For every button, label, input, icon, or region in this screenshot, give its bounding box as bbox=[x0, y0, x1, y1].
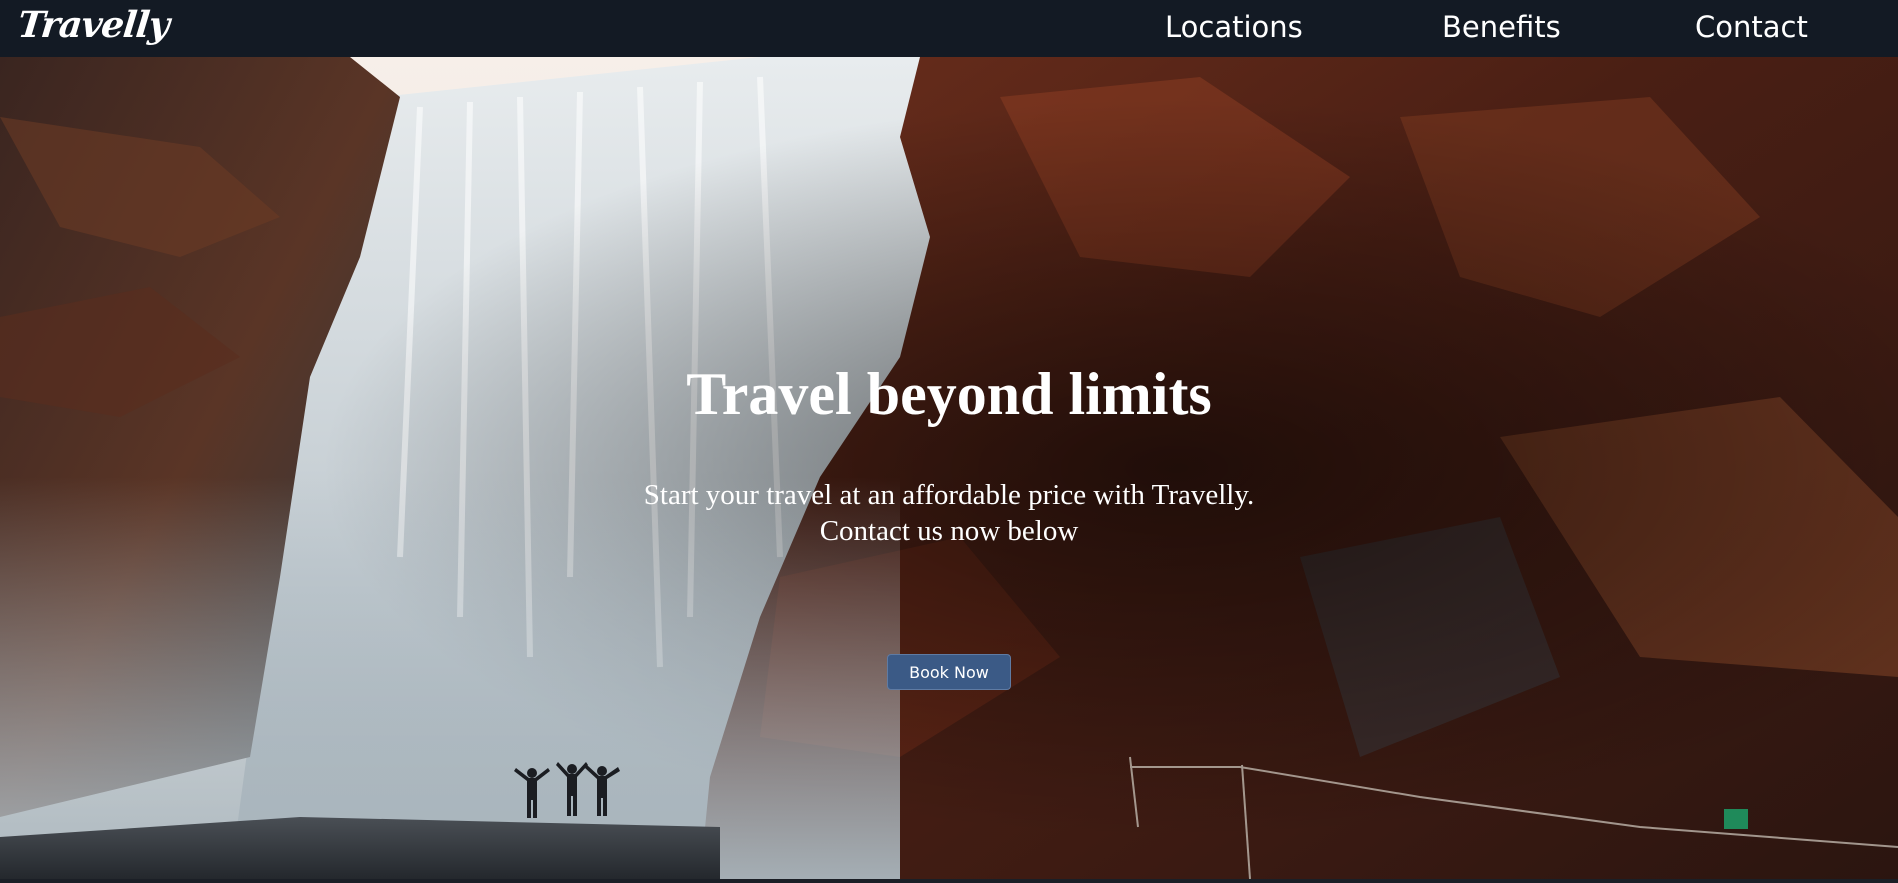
hero-subtitle-line-1: Start your travel at an affordable price… bbox=[643, 479, 1255, 511]
navbar: Travelly Locations Benefits Contact bbox=[0, 0, 1898, 57]
brand-logo[interactable]: Travelly bbox=[16, 4, 171, 46]
book-now-button[interactable]: Book Now bbox=[887, 654, 1011, 690]
hero-title: Travel beyond limits bbox=[686, 361, 1212, 427]
sign-icon bbox=[1724, 809, 1748, 829]
hero-subtitle: Start your travel at an affordable price… bbox=[0, 477, 1898, 549]
nav-link-locations[interactable]: Locations bbox=[1165, 10, 1303, 44]
hero-background-image bbox=[0, 57, 1898, 879]
hero-section: Travel beyond limits Start your travel a… bbox=[0, 57, 1898, 879]
nav-link-benefits[interactable]: Benefits bbox=[1442, 10, 1561, 44]
page: Travelly Locations Benefits Contact Trav… bbox=[0, 0, 1898, 883]
nav-link-contact[interactable]: Contact bbox=[1695, 10, 1808, 44]
hero-subtitle-line-2: Contact us now below bbox=[819, 515, 1079, 547]
page-bottom-edge bbox=[0, 879, 1898, 883]
